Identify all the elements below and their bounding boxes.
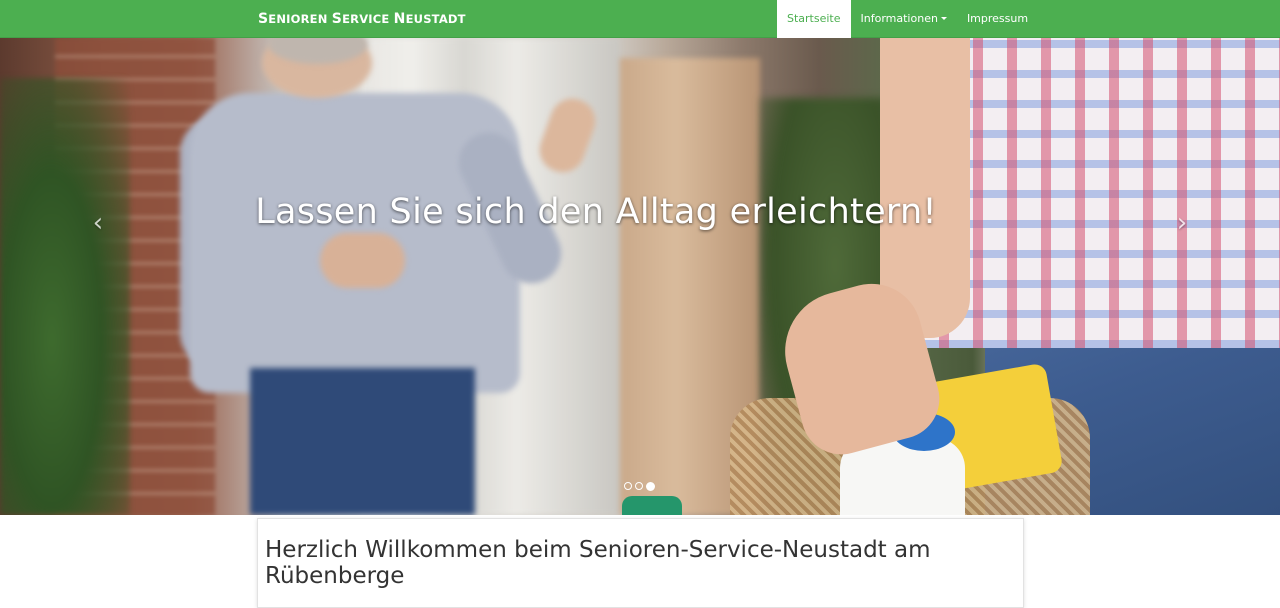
nav-item-startseite[interactable]: Startseite — [777, 0, 851, 38]
carousel-indicator-active[interactable] — [646, 481, 655, 491]
carousel-caption-text: Lassen Sie sich den Alltag erleichtern! — [255, 192, 937, 232]
brand-link[interactable]: SENIOREN SERVICE NEUSTADT — [258, 0, 466, 38]
carousel-caption: Lassen Sie sich den Alltag erleichtern! — [0, 192, 1192, 232]
brand-text: EUSTADT — [405, 12, 466, 26]
page-title: Herzlich Willkommen beim Senioren-Servic… — [265, 537, 1015, 589]
welcome-panel: Herzlich Willkommen beim Senioren-Servic… — [257, 518, 1024, 608]
brand-text: ENIOREN — [268, 12, 332, 26]
brand-letter: N — [393, 11, 406, 27]
chevron-left-icon: ‹ — [92, 208, 104, 238]
woman-hand — [320, 233, 405, 288]
brand-letter: S — [258, 11, 269, 27]
hero-foliage — [0, 78, 130, 515]
carousel-indicator[interactable] — [635, 482, 643, 490]
nav-item-label: Informationen — [860, 12, 938, 25]
navbar: SENIOREN SERVICE NEUSTADT Startseite Inf… — [0, 0, 1280, 38]
brand-text: ERVICE — [342, 12, 394, 26]
nav-item-informationen[interactable]: Informationen — [851, 0, 957, 38]
hero-carousel: Lassen Sie sich den Alltag erleichtern! … — [0, 38, 1280, 515]
green-bottle-cap — [622, 496, 682, 515]
carousel-next-button[interactable]: › — [1167, 208, 1197, 238]
page-title-line: Rübenberge — [265, 563, 405, 589]
caret-down-icon — [940, 16, 947, 20]
carousel-indicators — [624, 481, 655, 491]
nav-item-impressum[interactable]: Impressum — [957, 0, 1038, 38]
brand-letter: S — [331, 11, 343, 27]
chevron-right-icon: › — [1176, 208, 1188, 238]
page-title-line: Herzlich Willkommen beim Senioren-Servic… — [265, 537, 931, 563]
nav-item-label: Impressum — [966, 12, 1029, 25]
carousel-indicator[interactable] — [624, 482, 632, 490]
woman-jeans — [250, 368, 475, 515]
nav-menu: Startseite Informationen Impressum — [777, 0, 1038, 38]
carousel-prev-button[interactable]: ‹ — [83, 208, 113, 238]
nav-item-label: Startseite — [787, 12, 841, 25]
